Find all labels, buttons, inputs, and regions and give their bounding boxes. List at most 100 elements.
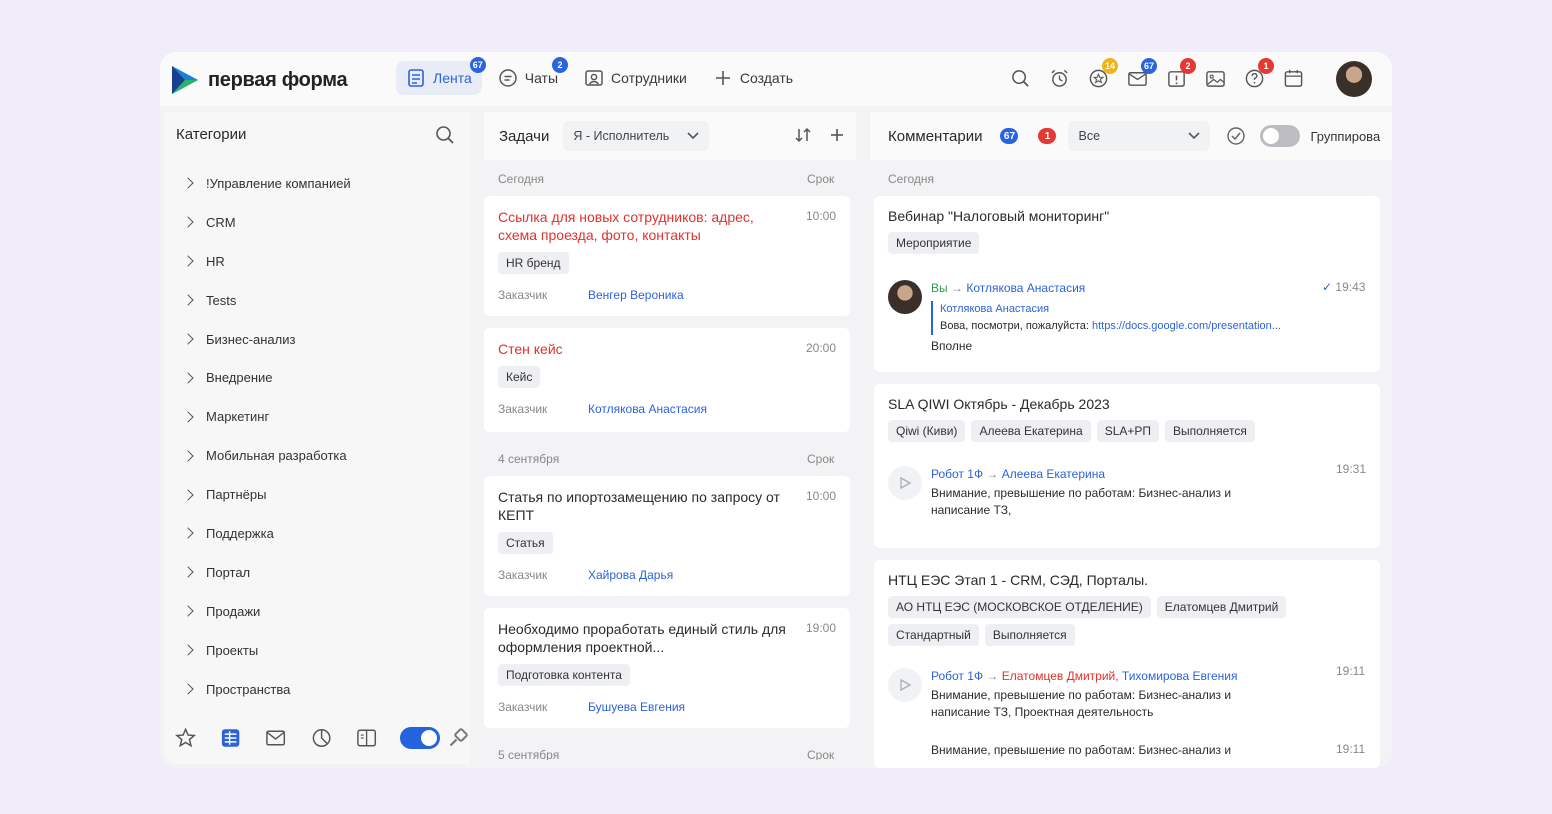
chevron-down-icon [1188, 132, 1201, 140]
nav-feed[interactable]: Лента 67 [396, 57, 486, 95]
customer-link[interactable]: Хайрова Дарья [588, 568, 673, 582]
category-item[interactable]: Tests [182, 281, 351, 320]
top-bar: первая форма Лента 67 Чаты 2 Сотрудники … [160, 52, 1392, 106]
task-card[interactable]: Ссылка для новых сотрудников: адрес, схе… [484, 196, 850, 316]
comments-title: Комментарии [888, 127, 983, 145]
message-to[interactable]: Котлякова Анастасия [966, 281, 1085, 295]
quote-link[interactable]: https://docs.google.com/presentation... [1092, 320, 1281, 332]
category-label: Продажи [206, 603, 261, 619]
comment-tag: АО НТЦ ЕЭС (МОСКОВСКОЕ ОТДЕЛЕНИЕ) [888, 596, 1151, 618]
customer-link[interactable]: Венгер Вероника [588, 288, 684, 302]
pie-chart-icon[interactable] [310, 726, 333, 750]
chevron-right-icon [182, 566, 194, 579]
user-avatar[interactable] [1336, 61, 1372, 97]
comment-tag: Мероприятие [888, 232, 980, 254]
alerts-button[interactable]: 2 [1164, 58, 1196, 92]
comment-tag: Стандартный [888, 624, 979, 646]
comment-card[interactable]: Вебинар "Налоговый мониторинг" Мероприят… [874, 196, 1380, 372]
category-item[interactable]: Бизнес-анализ [182, 320, 351, 359]
task-card[interactable]: Статья по ипортозамещению по запросу от … [484, 476, 850, 596]
alarm-clock-icon [1050, 69, 1068, 87]
message-to[interactable]: Тихомирова Евгения [1122, 669, 1238, 683]
reminders-button[interactable] [1047, 64, 1071, 92]
tasks-filter-select[interactable]: Я - Исполнитель [563, 121, 710, 151]
comment-card[interactable]: НТЦ ЕЭС Этап 1 - CRM, СЭД, Порталы. АО Н… [874, 560, 1380, 768]
pin-icon[interactable] [446, 726, 470, 750]
comment-card-title: НТЦ ЕЭС Этап 1 - CRM, СЭД, Порталы. [888, 572, 1149, 588]
task-card[interactable]: Стен кейс 20:00 Кейс Заказчик Котлякова А… [484, 328, 850, 432]
category-item[interactable]: Проекты [182, 631, 351, 670]
category-item[interactable]: CRM [182, 203, 351, 242]
robot-avatar [888, 668, 922, 702]
nav-create[interactable]: Создать [703, 61, 803, 95]
media-button[interactable] [1203, 64, 1227, 92]
category-item[interactable]: Внедрение [182, 358, 351, 397]
comment-card[interactable]: SLA QIWI Октябрь - Декабрь 2023 Qiwi (Ки… [874, 384, 1380, 548]
mark-read-icon[interactable] [1226, 126, 1246, 146]
sort-icon[interactable] [794, 126, 812, 144]
category-label: Проекты [206, 642, 259, 658]
brand-name: первая форма [208, 68, 348, 91]
mail-badge: 67 [1140, 58, 1157, 74]
category-label: Tests [206, 292, 237, 308]
category-item[interactable]: !Управление компанией [182, 164, 351, 203]
task-card[interactable]: Необходимо проработать единый стиль для … [484, 608, 850, 728]
mail-icon[interactable] [264, 726, 287, 750]
comments-filter-select[interactable]: Все [1068, 121, 1211, 151]
chat-icon [499, 69, 517, 87]
message-to-overdue[interactable]: Елатомцев Дмитрий, [1002, 669, 1119, 683]
comment-tag: Алеева Екатерина [971, 420, 1091, 442]
calendar-button[interactable] [1281, 64, 1305, 92]
grouping-toggle[interactable] [1260, 125, 1301, 147]
help-button[interactable]: 1 [1242, 58, 1274, 92]
book-icon[interactable] [355, 726, 378, 750]
image-add-icon [1205, 70, 1225, 87]
panel-toggle[interactable] [400, 727, 441, 749]
message-to[interactable]: Алеева Екатерина [1002, 467, 1105, 481]
category-item[interactable]: Маркетинг [182, 397, 351, 436]
tasks-filter-value: Я - Исполнитель [573, 129, 670, 143]
category-item[interactable]: Поддержка [182, 514, 351, 553]
category-item[interactable]: Мобильная разработка [182, 436, 351, 475]
message-from[interactable]: Робот 1Ф [931, 669, 983, 683]
customer-link[interactable]: Котлякова Анастасия [588, 402, 707, 416]
chevron-right-icon [182, 372, 194, 384]
category-label: CRM [206, 214, 236, 230]
category-item[interactable]: HR [182, 242, 351, 281]
category-item[interactable]: Продажи [182, 592, 351, 631]
nav-chats[interactable]: Чаты 2 [488, 57, 569, 95]
comments-panel: Комментарии 67 1 Все Группирова Сегодня … [864, 112, 1392, 768]
logo[interactable]: первая форма [170, 64, 348, 96]
task-title: Ссылка для новых сотрудников: адрес, схе… [498, 209, 754, 243]
message-from[interactable]: Робот 1Ф [931, 467, 983, 481]
task-time: 10:00 [805, 209, 836, 223]
categories-search-button[interactable] [434, 124, 456, 149]
category-label: !Управление компанией [206, 175, 351, 191]
customer-link[interactable]: Бушуева Евгения [588, 700, 685, 714]
category-item[interactable]: Портал [182, 553, 351, 592]
category-item[interactable]: Пространства [182, 670, 351, 709]
help-badge: 1 [1258, 58, 1274, 74]
section-label: Сегодня [498, 172, 544, 186]
favorites-button[interactable]: 14 [1086, 58, 1118, 92]
message-body: Вы → Котлякова Анастасия Котлякова Анаст… [931, 280, 1311, 355]
category-item[interactable]: Партнёры [182, 475, 351, 514]
categories-list: !Управление компанией CRM HR Tests Бизне… [182, 164, 351, 709]
nav-employees[interactable]: Сотрудники [574, 61, 697, 95]
comment-tag: Qiwi (Киви) [888, 420, 966, 442]
comment-tags: Мероприятие [888, 232, 1288, 254]
message-text: Внимание, превышение по работам: Бизнес-… [931, 743, 1232, 757]
mail-button[interactable]: 67 [1125, 58, 1157, 92]
section-label: 5 сентября [498, 748, 560, 760]
task-meta: Заказчик Венгер Вероника [498, 288, 836, 302]
chevron-right-icon [182, 450, 194, 462]
chevron-right-icon [182, 683, 194, 695]
customer-label: Заказчик [498, 288, 548, 302]
section-label: 4 сентября [498, 452, 560, 466]
list-view-icon[interactable] [219, 726, 242, 750]
add-task-icon[interactable] [828, 126, 846, 144]
play-icon [900, 678, 912, 692]
search-button[interactable] [1008, 64, 1032, 92]
star-icon[interactable] [174, 726, 197, 750]
message-from[interactable]: Вы [931, 281, 948, 295]
